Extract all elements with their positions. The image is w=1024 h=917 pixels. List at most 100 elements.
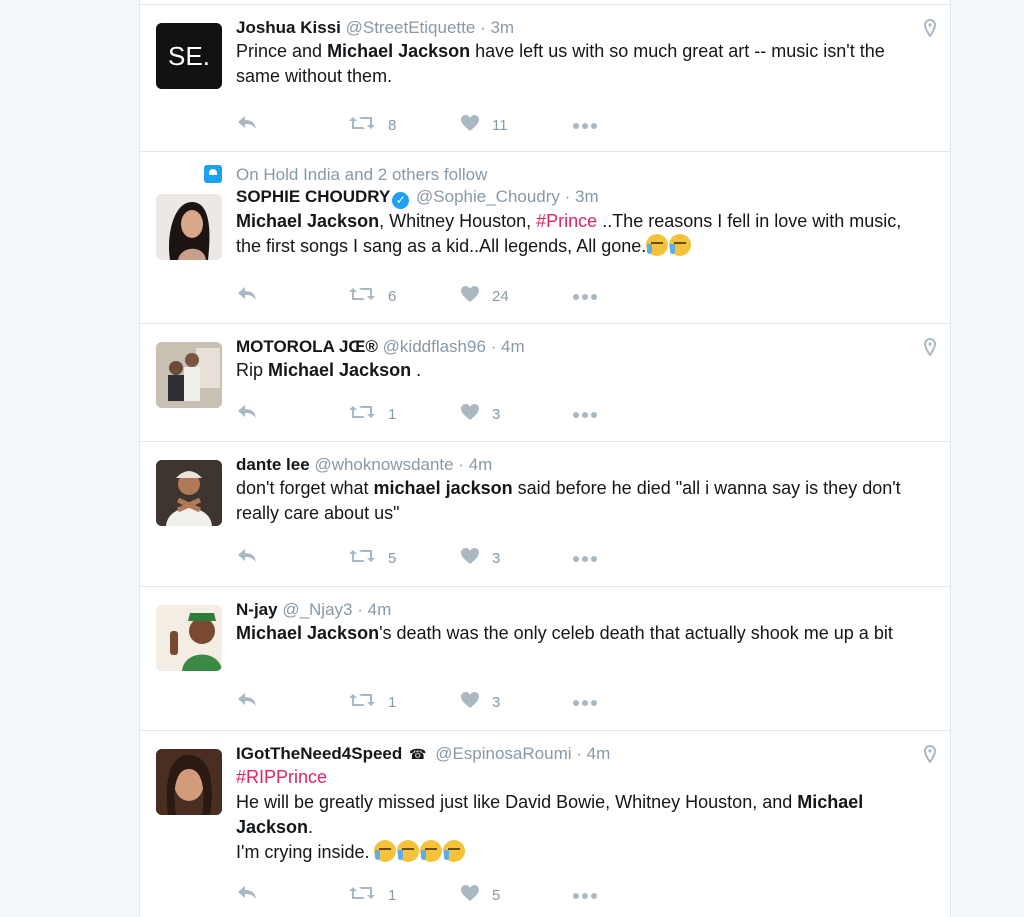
reply-button[interactable] [236,404,348,424]
crying-face-emoji-icon [669,234,692,256]
retweet-icon [348,548,376,568]
more-button[interactable] [572,288,684,305]
fullname[interactable]: Joshua Kissi [236,18,341,37]
fullname[interactable]: IGotTheNeed4Speed [236,744,402,763]
like-count: 3 [492,549,501,567]
retweet-count: 5 [388,549,397,567]
fullname[interactable]: dante lee [236,455,310,474]
retweet-button[interactable]: 5 [348,548,460,568]
avatar[interactable]: SE. [156,23,222,89]
username[interactable]: @kiddflash96 [383,337,486,356]
reply-button[interactable] [236,115,348,135]
geo-pin-icon[interactable] [924,745,936,763]
highlighted-keyword: Michael Jackson [236,211,380,231]
more-icon [572,887,598,904]
reply-button[interactable] [236,548,348,568]
retweet-button[interactable]: 8 [348,115,460,135]
reply-button[interactable] [236,286,348,306]
like-count: 11 [492,116,508,134]
avatar[interactable] [156,194,222,260]
tweet[interactable]: MOTOROLA JŒ® @kiddflash96 · 4m Rip Micha… [140,323,950,441]
retweet-icon [348,885,376,905]
hashtag-link[interactable]: #RIPPrince [236,767,327,787]
more-button[interactable] [572,406,684,423]
retweet-button[interactable]: 1 [348,885,460,905]
timestamp[interactable]: · 3m [565,187,599,206]
tweet-actions: 53 [236,546,684,570]
crying-face-emoji-icon [374,840,397,862]
avatar[interactable] [156,460,222,526]
tweet[interactable]: N-jay @_Njay3 · 4m Michael Jackson's dea… [140,586,950,730]
like-button[interactable]: 3 [460,547,572,569]
reply-icon [236,404,258,424]
retweet-button[interactable]: 1 [348,404,460,424]
follow-context-icon [204,165,222,183]
tweet[interactable]: dante lee @whoknowsdante · 4m don't forg… [140,441,950,586]
username[interactable]: @Sophie_Choudry [416,187,560,206]
more-icon [572,406,598,423]
timestamp[interactable]: · 4m [458,455,492,474]
tweet-text: Rip Michael Jackson . [236,358,920,383]
tweet-text-segment: . [411,360,422,380]
phone-icon: ☎ [409,746,427,762]
more-button[interactable] [572,550,684,567]
more-button[interactable] [572,887,684,904]
highlighted-keyword: Michael Jackson [327,41,471,61]
timeline-stream: SE. Joshua Kissi @StreetEtiquette · 3m P… [139,0,951,917]
like-count: 3 [492,693,501,711]
retweet-icon [348,404,376,424]
reply-button[interactable] [236,692,348,712]
more-icon [572,288,598,305]
reply-button[interactable] [236,885,348,905]
tweet-text-segment: Prince and [236,41,328,61]
timestamp[interactable]: · 3m [480,18,514,37]
more-button[interactable] [572,694,684,711]
crying-face-emoji-icon [646,234,669,256]
avatar[interactable] [156,749,222,815]
avatar[interactable] [156,605,222,671]
hashtag-link[interactable]: #Prince [536,211,597,231]
avatar[interactable] [156,342,222,408]
like-button[interactable]: 3 [460,403,572,425]
like-icon [460,114,480,136]
tweet[interactable]: On Hold India and 2 others follow SOPHIE… [140,151,950,323]
tweet[interactable]: IGotTheNeed4Speed ☎ @EspinosaRoumi · 4m … [140,730,950,917]
timestamp[interactable]: · 4m [491,337,525,356]
like-icon [460,285,480,307]
retweet-button[interactable]: 6 [348,286,460,306]
timestamp[interactable]: · 4m [357,600,391,619]
tweet-header: IGotTheNeed4Speed ☎ @EspinosaRoumi · 4m [236,743,920,765]
like-count: 3 [492,405,501,423]
like-icon [460,403,480,425]
fullname[interactable]: N-jay [236,600,278,619]
like-icon [460,691,480,713]
tweet[interactable]: SE. Joshua Kissi @StreetEtiquette · 3m P… [140,4,950,151]
tweet-header: dante lee @whoknowsdante · 4m [236,454,920,476]
like-button[interactable]: 11 [460,114,572,136]
highlighted-keyword: michael jackson [373,478,513,498]
username[interactable]: @_Njay3 [282,600,352,619]
geo-pin-icon[interactable] [924,338,936,356]
fullname[interactable]: SOPHIE CHOUDRY [236,187,390,206]
username[interactable]: @whoknowsdante [314,455,453,474]
tweet-actions: 13 [236,402,684,426]
geo-pin-icon[interactable] [924,19,936,37]
retweet-icon [348,115,376,135]
more-icon [572,117,598,134]
username[interactable]: @StreetEtiquette [346,18,476,37]
like-icon [460,884,480,906]
like-button[interactable]: 3 [460,691,572,713]
username[interactable]: @EspinosaRoumi [435,744,571,763]
like-button[interactable]: 24 [460,285,572,307]
tweet-text-segment: don't forget what [236,478,374,498]
like-button[interactable]: 5 [460,884,572,906]
more-button[interactable] [572,117,684,134]
more-icon [572,694,598,711]
tweet-actions: 15 [236,883,684,907]
fullname[interactable]: MOTOROLA JŒ® [236,337,378,356]
retweet-button[interactable]: 1 [348,692,460,712]
crying-face-emoji-icon [443,840,466,862]
like-count: 5 [492,886,501,904]
tweet-text: Michael Jackson, Whitney Houston, #Princ… [236,209,920,259]
timestamp[interactable]: · 4m [576,744,610,763]
